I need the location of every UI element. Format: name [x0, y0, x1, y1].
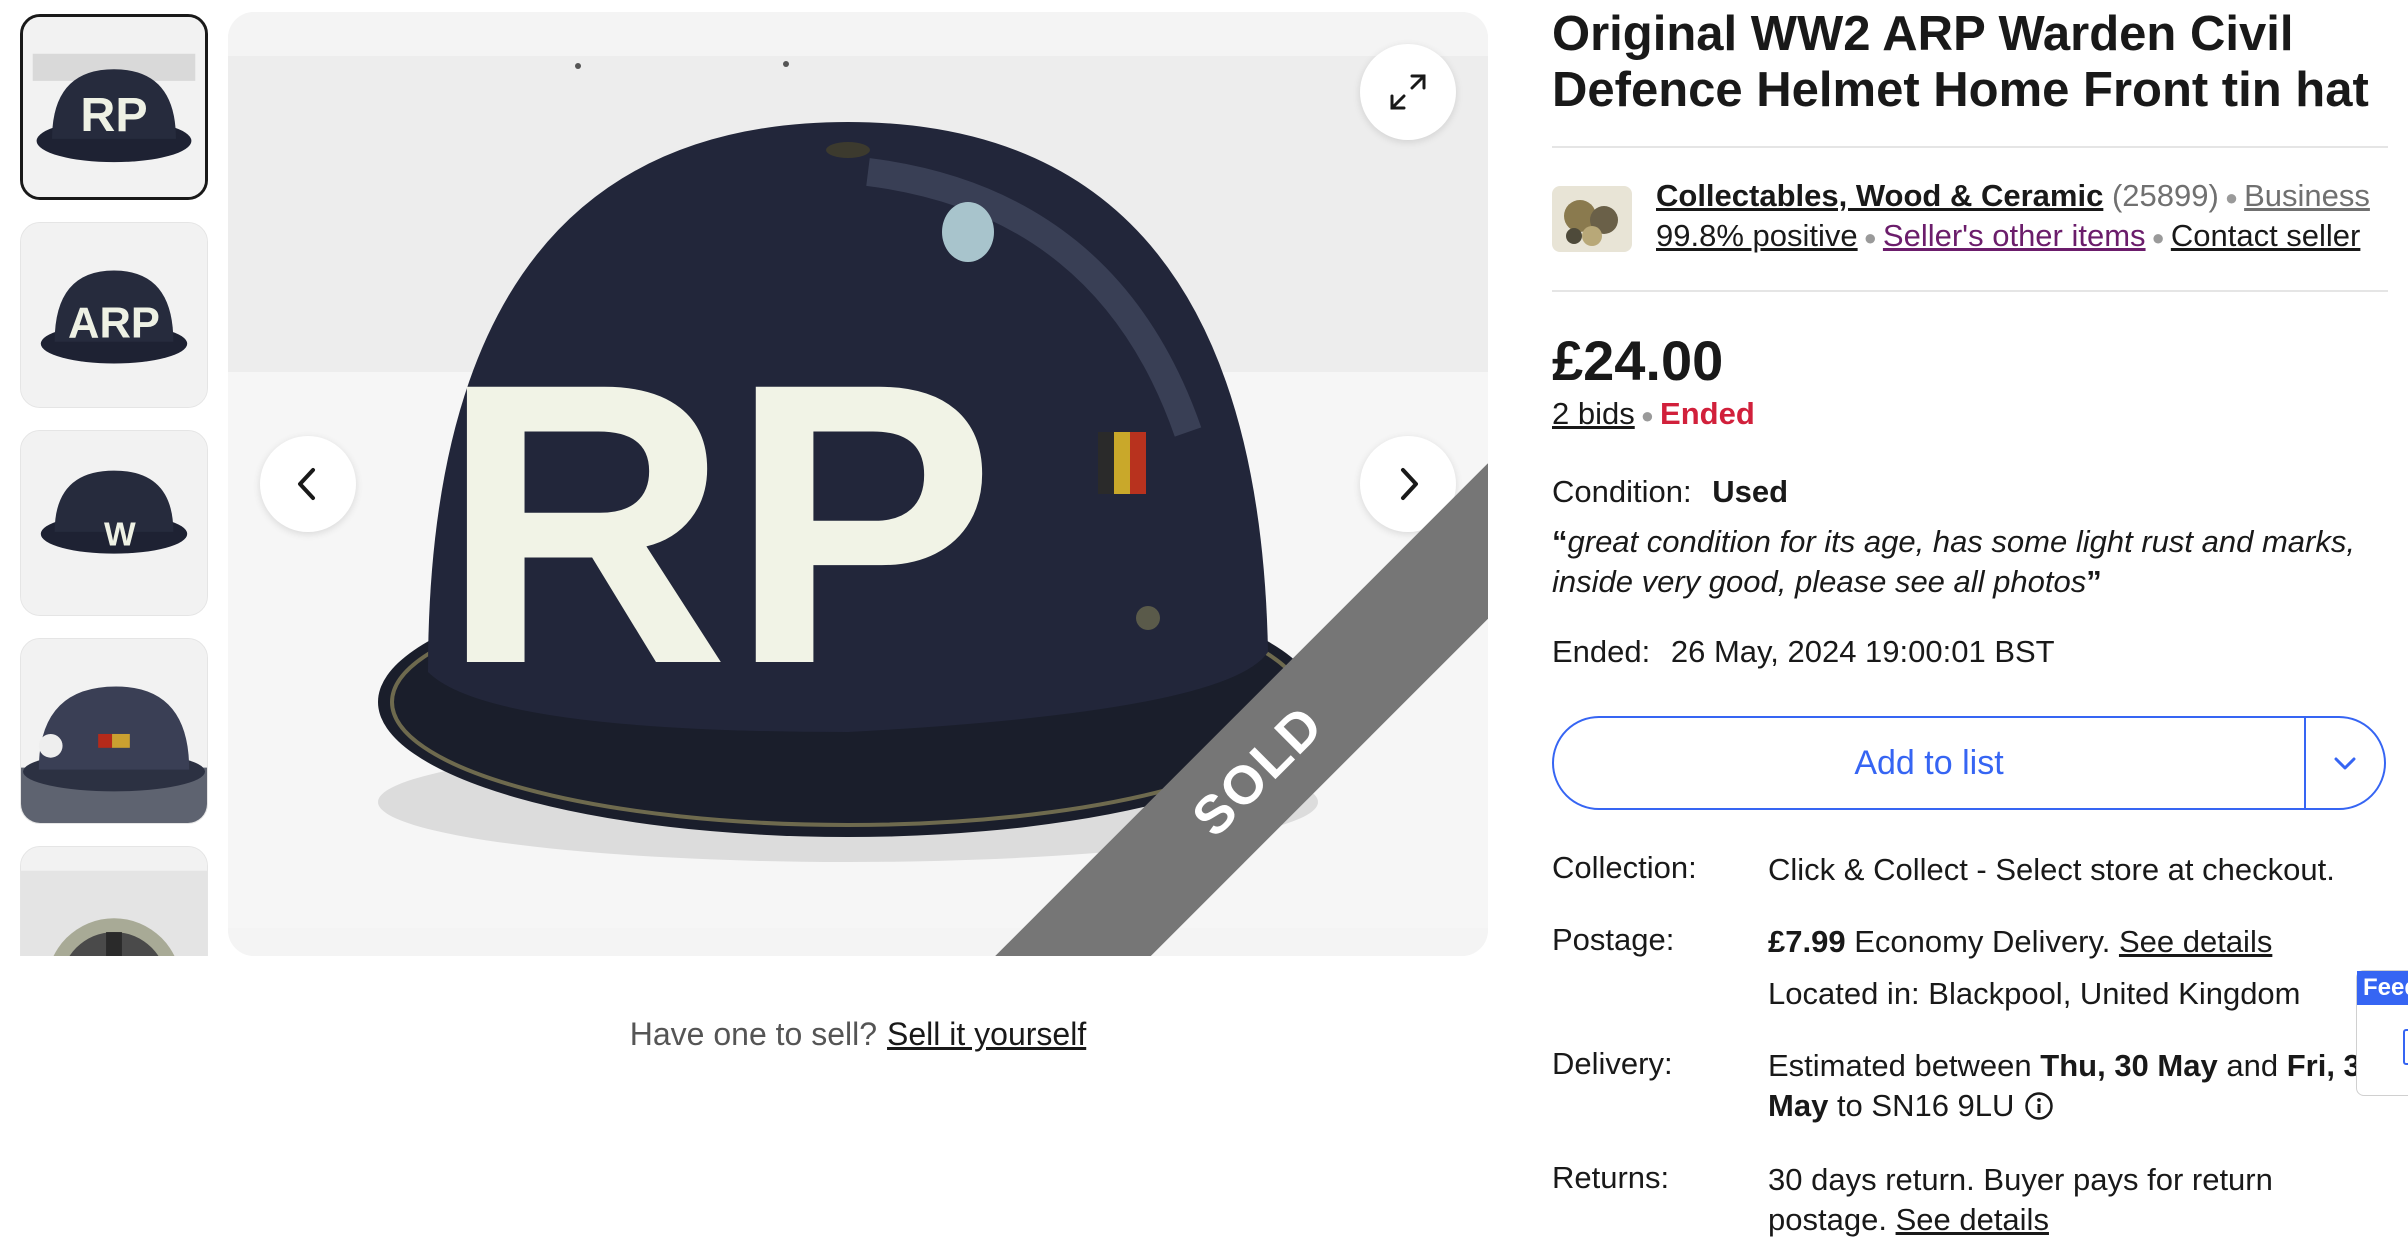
item-location: Located in: Blackpool, United Kingdom — [1768, 976, 2301, 1011]
chevron-left-icon — [298, 468, 315, 500]
helmet-photo: RP — [228, 12, 1488, 956]
add-to-list-button[interactable]: Add to list — [1554, 718, 2304, 808]
ended-value: 26 May, 2024 19:00:01 BST — [1670, 634, 2055, 669]
info-icon[interactable] — [2024, 1091, 2054, 1121]
seller-logo-image — [1552, 186, 1632, 252]
postage-label: Postage: — [1552, 922, 1675, 957]
condition-label: Condition: — [1552, 474, 1692, 509]
returns-see-details-link[interactable]: See details — [1896, 1202, 2049, 1237]
bids-link[interactable]: 2 bids — [1552, 396, 1635, 431]
seller-name-link[interactable]: Collectables, Wood & Ceramic — [1656, 178, 2103, 213]
svg-text:ARP: ARP — [68, 300, 160, 348]
ended-row: Ended: 26 May, 2024 19:00:01 BST — [1552, 634, 2055, 670]
helmet-thumbnail-image — [21, 639, 207, 823]
helmet-thumbnail-image: W — [21, 431, 207, 615]
delivery-prefix: Estimated between — [1768, 1048, 2032, 1083]
expand-image-button[interactable] — [1360, 44, 1456, 140]
item-price: £24.00 — [1552, 329, 1724, 392]
condition-row: Condition: Used — [1552, 474, 1788, 510]
delivery-label: Delivery: — [1552, 1046, 1673, 1081]
seller-type-link[interactable]: Business — [2244, 178, 2370, 213]
main-image[interactable]: RP SOLD — [228, 12, 1488, 956]
returns-value: 30 days return. Buyer pays for return po… — [1768, 1160, 2388, 1240]
seller-links: 99.8% positive ● Seller's other items ● Cont… — [1656, 218, 2360, 254]
condition-value: Used — [1712, 474, 1789, 509]
expand-icon — [1390, 74, 1426, 110]
listing-status: Ended — [1660, 396, 1755, 431]
sell-prompt-text: Have one to sell? — [629, 1016, 878, 1052]
add-to-list-dropdown-button[interactable] — [2306, 718, 2384, 808]
feedback-icon — [2403, 1029, 2408, 1065]
seller-notes-text: great condition for its age, has some li… — [1552, 524, 2355, 599]
delivery-postcode: to SN16 9LU — [1836, 1088, 2015, 1123]
ended-label: Ended: — [1552, 634, 1651, 669]
postage-price: £7.99 — [1768, 924, 1846, 959]
returns-label: Returns: — [1552, 1160, 1670, 1195]
thumbnail-2[interactable]: ARP — [20, 222, 208, 408]
thumbnail-1[interactable]: RP — [20, 14, 208, 200]
delivery-and: and — [2226, 1048, 2279, 1083]
thumbnail-5[interactable] — [20, 846, 208, 956]
postage-value: £7.99 Economy Delivery. See details — [1768, 922, 2388, 962]
helmet-thumbnail-image — [21, 847, 207, 956]
delivery-value: Estimated between Thu, 30 May and Fri, 3… — [1768, 1046, 2388, 1126]
helmet-thumbnail-image: RP — [23, 17, 205, 197]
seller-avatar[interactable] — [1552, 186, 1632, 252]
sell-it-yourself-link[interactable]: Sell it yourself — [887, 1016, 1086, 1052]
chevron-down-icon — [2334, 757, 2356, 770]
seller-notes: “great condition for its age, has some l… — [1552, 524, 2355, 599]
thumbnail-3[interactable]: W — [20, 430, 208, 616]
bids-line: 2 bids ● Ended — [1552, 396, 1755, 432]
separator-dot: ● — [1863, 224, 1877, 250]
add-to-list-control: Add to list — [1552, 716, 2386, 810]
feedback-tab-label: Feedback — [2357, 971, 2408, 1005]
thumbnail-4[interactable] — [20, 638, 208, 824]
seller-feedback-count: (25899) — [2111, 178, 2219, 213]
delivery-start-date: Thu, 30 May — [2040, 1048, 2218, 1083]
seller-other-items-link[interactable]: Seller's other items — [1883, 218, 2146, 253]
contact-seller-link[interactable]: Contact seller — [2171, 218, 2361, 253]
seller-positive-link[interactable]: 99.8% positive — [1656, 218, 1858, 253]
separator-dot: ● — [1640, 402, 1655, 428]
seller-info: Collectables, Wood & Ceramic (25899) ● Bus… — [1656, 178, 2370, 214]
svg-text:RP: RP — [80, 88, 147, 142]
chevron-right-icon — [1401, 468, 1418, 500]
separator-dot: ● — [2151, 224, 2165, 250]
helmet-thumbnail-image: ARP — [21, 223, 207, 407]
svg-text:W: W — [104, 517, 136, 554]
postage-see-details-link[interactable]: See details — [2119, 924, 2272, 959]
postage-service: Economy Delivery. — [1854, 924, 2111, 959]
thumbnail-strip: RP ARP W — [20, 14, 212, 956]
item-title: Original WW2 ARP Warden Civil Defence He… — [1552, 7, 2369, 117]
sell-prompt: Have one to sell? Sell it yourself — [228, 1016, 1488, 1053]
collection-label: Collection: — [1552, 850, 1697, 885]
divider — [1552, 290, 2388, 292]
feedback-tab[interactable]: Feedback — [2356, 970, 2408, 1096]
svg-text:RP: RP — [440, 300, 996, 747]
previous-image-button[interactable] — [260, 436, 356, 532]
divider — [1552, 146, 2388, 148]
collection-value: Click & Collect - Select store at checko… — [1768, 852, 2335, 887]
separator-dot: ● — [2224, 184, 2239, 210]
